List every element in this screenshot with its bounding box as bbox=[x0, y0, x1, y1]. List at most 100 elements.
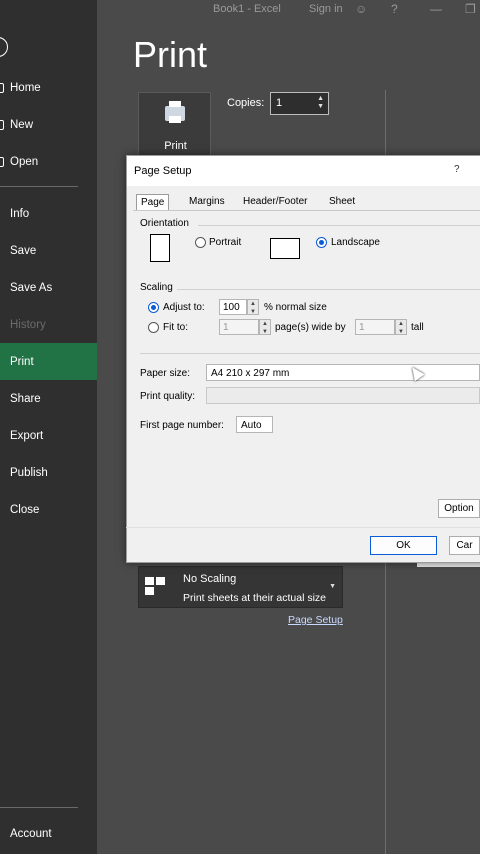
adjust-to-value: 100 bbox=[223, 302, 240, 313]
divider bbox=[177, 289, 480, 290]
dialog-title: Page Setup bbox=[134, 165, 192, 177]
sidebar-item-new[interactable]: New bbox=[0, 106, 97, 143]
sidebar-item-account[interactable]: Account bbox=[0, 815, 97, 852]
copies-label: Copies: bbox=[227, 97, 265, 109]
adjust-to-spinner-icon[interactable]: ▲ ▼ bbox=[247, 299, 259, 315]
sidebar-item-label: Info bbox=[10, 207, 30, 220]
sidebar-item-publish[interactable]: Publish bbox=[0, 454, 97, 491]
sidebar-item-label: New bbox=[10, 118, 34, 131]
dialog-footer-divider bbox=[126, 527, 480, 528]
sidebar-item-label: Print bbox=[10, 355, 34, 368]
restore-icon[interactable]: ❐ bbox=[465, 2, 476, 16]
page-setup-link[interactable]: Page Setup bbox=[288, 614, 343, 626]
page-title: Print bbox=[133, 34, 208, 75]
paper-size-value: A4 210 x 297 mm bbox=[211, 368, 290, 379]
sidebar-item-label: Publish bbox=[10, 466, 48, 479]
sidebar-item-label: Account bbox=[10, 827, 52, 840]
feedback-icon[interactable]: ☺ bbox=[355, 2, 367, 16]
copies-value: 1 bbox=[276, 97, 283, 109]
copies-input[interactable]: 1 ▲ ▼ bbox=[270, 92, 329, 115]
fit-wide-value: 1 bbox=[223, 322, 229, 333]
scaling-title: No Scaling bbox=[183, 573, 237, 585]
window-title: Book1 - Excel bbox=[213, 3, 281, 15]
first-page-number-value: Auto bbox=[241, 420, 262, 431]
sign-in-link[interactable]: Sign in bbox=[309, 3, 343, 15]
help-icon[interactable]: ? bbox=[454, 164, 460, 175]
portrait-icon: A bbox=[150, 234, 170, 262]
fit-tall-value: 1 bbox=[359, 322, 365, 333]
sidebar-divider bbox=[0, 807, 78, 808]
sidebar-item-label: Save bbox=[10, 244, 37, 257]
ok-button[interactable]: OK bbox=[370, 536, 437, 555]
copies-spinner-icon[interactable]: ▲ ▼ bbox=[317, 95, 324, 111]
sidebar-item-open[interactable]: Open bbox=[0, 143, 97, 180]
sidebar-item-export[interactable]: Export bbox=[0, 417, 97, 454]
sidebar-item-save-as[interactable]: Save As bbox=[0, 269, 97, 306]
landscape-icon: A bbox=[270, 238, 300, 259]
adjust-to-label: Adjust to: bbox=[163, 302, 205, 313]
tab-header-footer[interactable]: Header/Footer bbox=[239, 194, 311, 211]
portrait-label: Portrait bbox=[209, 237, 242, 248]
print-quality-label: Print quality: bbox=[140, 391, 196, 402]
sidebar-item-label: Home bbox=[10, 81, 41, 94]
divider bbox=[140, 353, 480, 354]
help-icon[interactable]: ? bbox=[391, 2, 398, 16]
printer-icon bbox=[165, 101, 185, 123]
sidebar-item-info[interactable]: Info bbox=[0, 195, 97, 232]
first-page-number-label: First page number: bbox=[140, 420, 224, 431]
chevron-down-icon: ▼ bbox=[329, 583, 336, 590]
orientation-label: Orientation bbox=[140, 218, 189, 229]
sidebar-item-close[interactable]: Close bbox=[0, 491, 97, 528]
fit-wide-input[interactable]: 1 bbox=[219, 319, 259, 335]
first-page-number-input[interactable]: Auto bbox=[236, 416, 273, 433]
fit-to-label: Fit to: bbox=[163, 322, 189, 333]
adjust-to-radio[interactable] bbox=[148, 302, 159, 313]
sidebar-item-home[interactable]: Home bbox=[0, 69, 97, 106]
back-arrow-icon[interactable] bbox=[0, 37, 8, 57]
scaling-icon bbox=[145, 577, 167, 597]
scaling-subtitle: Print sheets at their actual size bbox=[183, 592, 326, 604]
fit-to-radio[interactable] bbox=[148, 322, 159, 333]
page-setup-dialog: Page Setup ? Page Margins Header/Footer … bbox=[126, 155, 480, 563]
adjust-to-input[interactable]: 100 bbox=[219, 299, 247, 315]
landscape-radio[interactable] bbox=[316, 237, 327, 248]
print-quality-select[interactable] bbox=[206, 387, 480, 404]
sidebar-item-label: Export bbox=[10, 429, 44, 442]
tall-label: tall bbox=[411, 322, 424, 333]
scaling-label: Scaling bbox=[140, 282, 173, 293]
portrait-radio[interactable] bbox=[195, 237, 206, 248]
sidebar-item-save[interactable]: Save bbox=[0, 232, 97, 269]
home-icon bbox=[0, 82, 4, 93]
normal-size-label: % normal size bbox=[264, 302, 327, 313]
pages-wide-label: page(s) wide by bbox=[275, 322, 346, 333]
fit-tall-spinner-icon[interactable]: ▲ ▼ bbox=[395, 319, 407, 335]
paper-size-label: Paper size: bbox=[140, 368, 191, 379]
sidebar-item-label: History bbox=[10, 318, 46, 331]
landscape-label: Landscape bbox=[331, 237, 380, 248]
paper-size-select[interactable]: A4 210 x 297 mm bbox=[206, 364, 480, 381]
sidebar-item-label: Close bbox=[10, 503, 40, 516]
folder-icon bbox=[0, 156, 4, 167]
print-button[interactable]: Print bbox=[138, 92, 211, 158]
fit-tall-input[interactable]: 1 bbox=[355, 319, 395, 335]
tab-sheet[interactable]: Sheet bbox=[325, 194, 359, 211]
options-button[interactable]: Option bbox=[438, 499, 480, 518]
cancel-button[interactable]: Car bbox=[449, 536, 480, 555]
divider bbox=[198, 225, 480, 226]
new-file-icon bbox=[0, 119, 4, 130]
tab-page[interactable]: Page bbox=[136, 194, 170, 211]
dialog-titlebar[interactable]: Page Setup ? bbox=[127, 156, 480, 186]
sidebar-item-label: Open bbox=[10, 155, 39, 168]
sidebar-item-share[interactable]: Share bbox=[0, 380, 97, 417]
fit-wide-spinner-icon[interactable]: ▲ ▼ bbox=[259, 319, 271, 335]
scaling-dropdown[interactable]: No Scaling Print sheets at their actual … bbox=[138, 566, 343, 608]
minimize-icon[interactable]: — bbox=[430, 2, 442, 16]
sidebar-item-label: Share bbox=[10, 392, 41, 405]
sidebar-divider bbox=[0, 186, 78, 187]
backstage-sidebar: Home New Open Info Save Save As History … bbox=[0, 0, 97, 854]
sidebar-item-history: History bbox=[0, 306, 97, 343]
sidebar-item-print[interactable]: Print bbox=[0, 343, 97, 380]
tab-margins[interactable]: Margins bbox=[185, 194, 229, 211]
sidebar-item-label: Save As bbox=[10, 281, 53, 294]
print-button-label: Print bbox=[164, 140, 187, 152]
